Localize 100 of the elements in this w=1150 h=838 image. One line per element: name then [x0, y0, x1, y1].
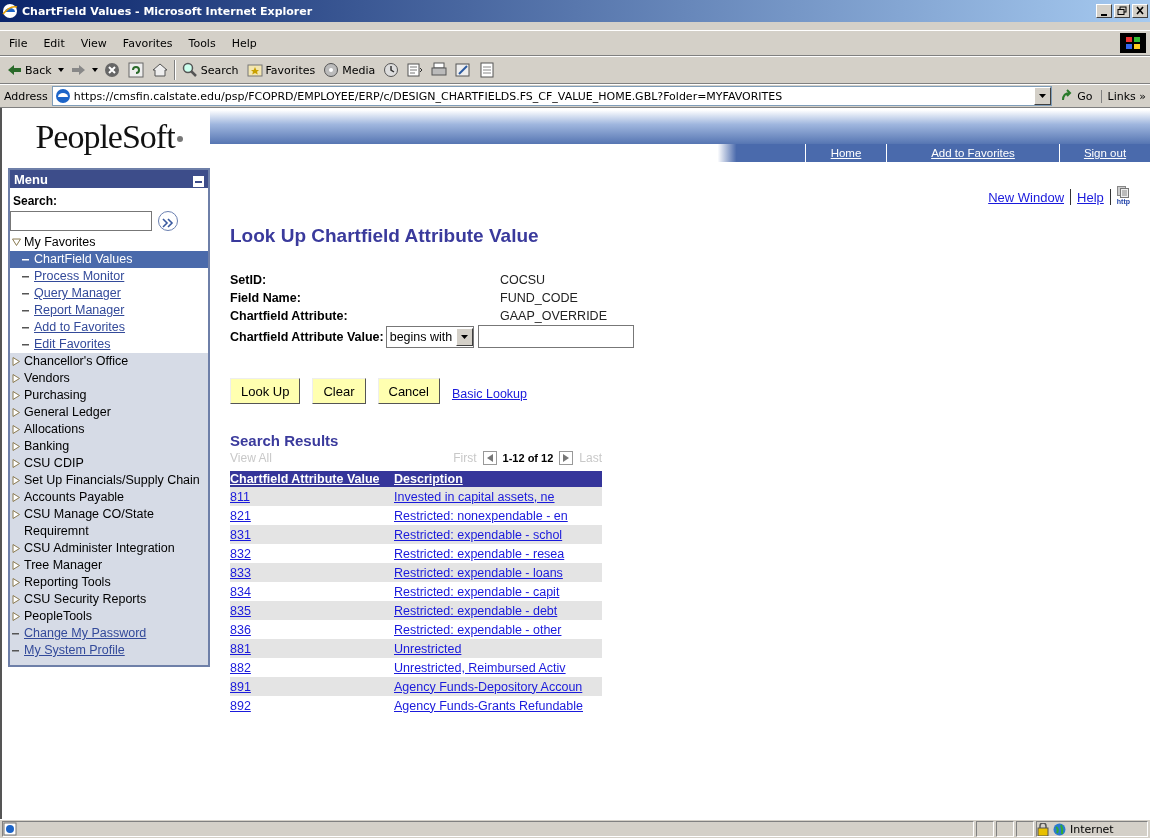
go-button[interactable]: Go — [1056, 89, 1097, 103]
menu-item[interactable]: Edit — [38, 36, 70, 50]
menu-folder[interactable]: CSU Manage CO/State Requiremnt — [24, 506, 208, 540]
menu-folder[interactable]: Set Up Financials/Supply Chain — [24, 472, 200, 489]
menu-link[interactable]: Edit Favorites — [34, 336, 111, 353]
collapsed-triangle-icon[interactable] — [12, 595, 21, 604]
dropdown-arrow-icon — [1039, 94, 1047, 98]
previous-button[interactable] — [482, 451, 497, 465]
description-link[interactable]: Restricted: expendable - other — [394, 622, 562, 637]
address-label: Address — [4, 89, 48, 103]
value-link[interactable]: 882 — [230, 660, 251, 675]
menu-folder[interactable]: General Ledger — [24, 404, 111, 421]
menu-folder[interactable]: Accounts Payable — [24, 489, 125, 506]
print-button[interactable] — [429, 62, 450, 78]
menu-item[interactable]: File — [4, 36, 33, 50]
menu-item[interactable]: Help — [226, 36, 262, 50]
menu-folder[interactable]: Purchasing — [24, 387, 87, 404]
value-link[interactable]: 831 — [230, 527, 251, 542]
search-button[interactable]: Search — [179, 62, 241, 78]
document-icon — [479, 62, 496, 78]
close-button[interactable] — [1132, 4, 1148, 18]
menu-folder[interactable]: CSU Security Reports — [24, 591, 147, 608]
favorites-button[interactable]: Favorites — [244, 62, 318, 78]
value-field[interactable] — [478, 325, 635, 348]
collapsed-triangle-icon[interactable] — [12, 408, 21, 417]
collapsed-triangle-icon[interactable] — [12, 561, 21, 570]
description-link[interactable]: Restricted: expendable - resea — [394, 546, 565, 561]
address-field[interactable]: https://cmsfin.calstate.edu/psp/FCOPRD/EMPLOYEE/ERP/c/DESIGN_CHARTFIELDS.FS_CF_VALUE_HOME.GBL?Folder=MYFAVORITES — [51, 86, 1053, 106]
collapsed-triangle-icon[interactable] — [12, 357, 21, 366]
expanded-triangle-icon[interactable] — [12, 238, 21, 247]
collapsed-triangle-icon[interactable] — [12, 374, 21, 383]
menu-folder[interactable]: CSU Administer Integration — [24, 540, 175, 557]
search-field[interactable] — [10, 211, 152, 231]
collapsed-triangle-icon[interactable] — [12, 476, 21, 485]
menu-folder[interactable]: Banking — [24, 438, 70, 455]
collapsed-triangle-icon[interactable] — [12, 459, 21, 468]
menu-folder[interactable]: Tree Manager — [24, 557, 103, 574]
menu-link[interactable]: Report Manager — [34, 302, 125, 319]
value-link[interactable]: 834 — [230, 584, 251, 599]
description-link[interactable]: Unrestricted, Reimbursed Activ — [394, 660, 566, 675]
header-link[interactable]: Sign out — [1059, 144, 1150, 162]
value-link[interactable]: 892 — [230, 698, 251, 713]
media-button[interactable]: Media — [321, 62, 378, 78]
action-button[interactable]: Cancel — [377, 378, 440, 404]
value-link[interactable]: 835 — [230, 603, 251, 618]
minimize-button[interactable] — [1096, 4, 1112, 18]
search-label: Search: — [12, 193, 59, 210]
menu-folder[interactable]: CSU CDIP — [24, 455, 84, 472]
basic-lookup-link[interactable]: Basic Lookup — [451, 387, 528, 401]
menu-link[interactable]: Change My Password — [24, 625, 147, 642]
header-link[interactable]: Home — [805, 144, 886, 162]
menu-link[interactable]: Add to Favorites — [34, 319, 125, 336]
menu-folder[interactable]: Chancellor's Office — [24, 353, 129, 370]
collapsed-triangle-icon[interactable] — [12, 578, 21, 587]
description-link[interactable]: Agency Funds-Grants Refundable — [394, 698, 583, 713]
column-header[interactable]: Chartfield Attribute Value — [230, 471, 394, 487]
collapsed-triangle-icon[interactable] — [12, 442, 21, 451]
collapsed-triangle-icon[interactable] — [12, 391, 21, 400]
menu-item[interactable]: Tools — [183, 36, 221, 50]
menu-folder[interactable]: PeopleTools — [24, 608, 93, 625]
collapsed-triangle-icon[interactable] — [12, 612, 21, 621]
value-link[interactable]: 881 — [230, 641, 251, 656]
menu-link[interactable]: My System Profile — [24, 642, 125, 659]
value-link[interactable]: 821 — [230, 508, 251, 523]
value-link[interactable]: 811 — [230, 489, 250, 504]
menu-link[interactable]: Query Manager — [34, 285, 121, 302]
home-icon — [151, 62, 168, 78]
collapsed-triangle-icon[interactable] — [12, 493, 21, 502]
header-link[interactable]: Add to Favorites — [886, 144, 1059, 162]
refresh-button[interactable] — [125, 62, 146, 78]
back-button[interactable]: Back — [4, 62, 54, 78]
operator-dropdown[interactable]: begins with — [385, 325, 475, 348]
menu-item-selected[interactable]: ChartField Values — [10, 251, 208, 268]
menu-folder[interactable]: Allocations — [24, 421, 85, 438]
collapsed-triangle-icon[interactable] — [12, 425, 21, 434]
value-link[interactable]: 833 — [230, 565, 251, 580]
value-link[interactable]: 832 — [230, 546, 251, 561]
value-link[interactable]: 836 — [230, 622, 251, 637]
restore-button[interactable] — [1114, 4, 1130, 18]
action-button[interactable]: Clear — [312, 378, 366, 404]
description-link[interactable]: Restricted: nonexpendable - en — [394, 508, 568, 523]
value-link[interactable]: 891 — [230, 679, 251, 694]
column-header[interactable]: Description — [394, 471, 602, 487]
menu-link[interactable]: Process Monitor — [34, 268, 125, 285]
collapsed-triangle-icon[interactable] — [12, 544, 21, 553]
menu-folder[interactable]: Reporting Tools — [24, 574, 111, 591]
magnifier-icon — [181, 62, 198, 78]
links-button[interactable]: Links » — [1100, 89, 1146, 103]
page-link[interactable]: New Window — [988, 190, 1065, 205]
next-button[interactable] — [559, 451, 574, 465]
action-button[interactable]: Look Up — [230, 378, 301, 404]
description-link[interactable]: Restricted: expendable - capit — [394, 584, 560, 599]
menu-folder[interactable]: Vendors — [24, 370, 70, 387]
menu-folder[interactable]: My Favorites — [24, 234, 96, 251]
page-link[interactable]: Help — [1077, 190, 1104, 205]
search-go-button[interactable] — [158, 211, 178, 231]
menu-item[interactable]: Favorites — [117, 36, 178, 50]
collapse-icon[interactable] — [193, 175, 204, 187]
collapsed-triangle-icon[interactable] — [12, 510, 21, 519]
menu-item[interactable]: View — [75, 36, 112, 50]
